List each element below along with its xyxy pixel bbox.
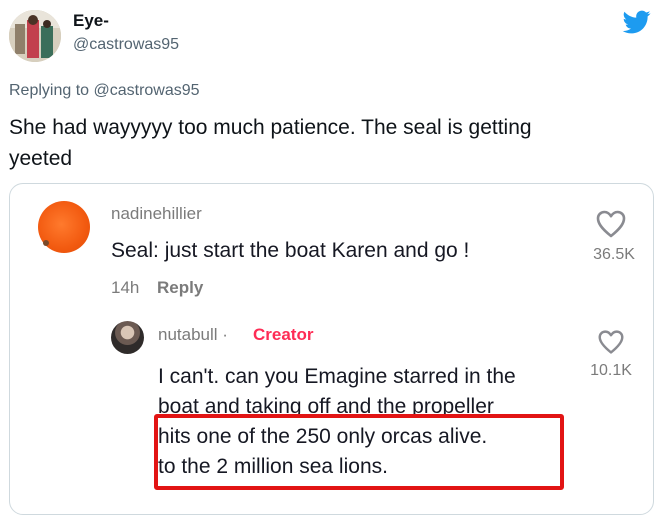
creator-avatar [111, 321, 144, 354]
author-display-name[interactable]: Eye- [73, 11, 109, 31]
twitter-logo-icon[interactable] [622, 8, 652, 36]
like-count: 36.5K [593, 246, 635, 263]
commenter-avatar [38, 201, 90, 253]
author-avatar[interactable] [9, 10, 61, 62]
attached-image[interactable]: nadinehillier Seal: just start the boat … [9, 183, 654, 515]
like-count: 10.1K [590, 362, 632, 379]
comment-timestamp: 14h [111, 278, 140, 297]
tweet-text-line2: yeeted [9, 147, 73, 170]
creator-badge: Creator [253, 325, 314, 344]
reply-text-line: I can't. can you Emagine starred in the [158, 365, 516, 388]
reply-username: nutabull · [158, 325, 228, 344]
comment-username: nadinehillier [111, 204, 202, 223]
tweet-text: She had wayyyyy too much patience. The s… [9, 112, 649, 174]
tweet-text-line1: She had wayyyyy too much patience. The s… [9, 116, 532, 139]
heart-icon [598, 330, 624, 354]
author-handle[interactable]: @castrowas95 [73, 36, 179, 54]
highlight-box [154, 414, 564, 490]
replying-to-label[interactable]: Replying to @castrowas95 [9, 82, 200, 100]
heart-icon [596, 210, 626, 238]
comment-text: Seal: just start the boat Karen and go ! [111, 239, 470, 262]
comment-reply-label: Reply [157, 278, 204, 297]
